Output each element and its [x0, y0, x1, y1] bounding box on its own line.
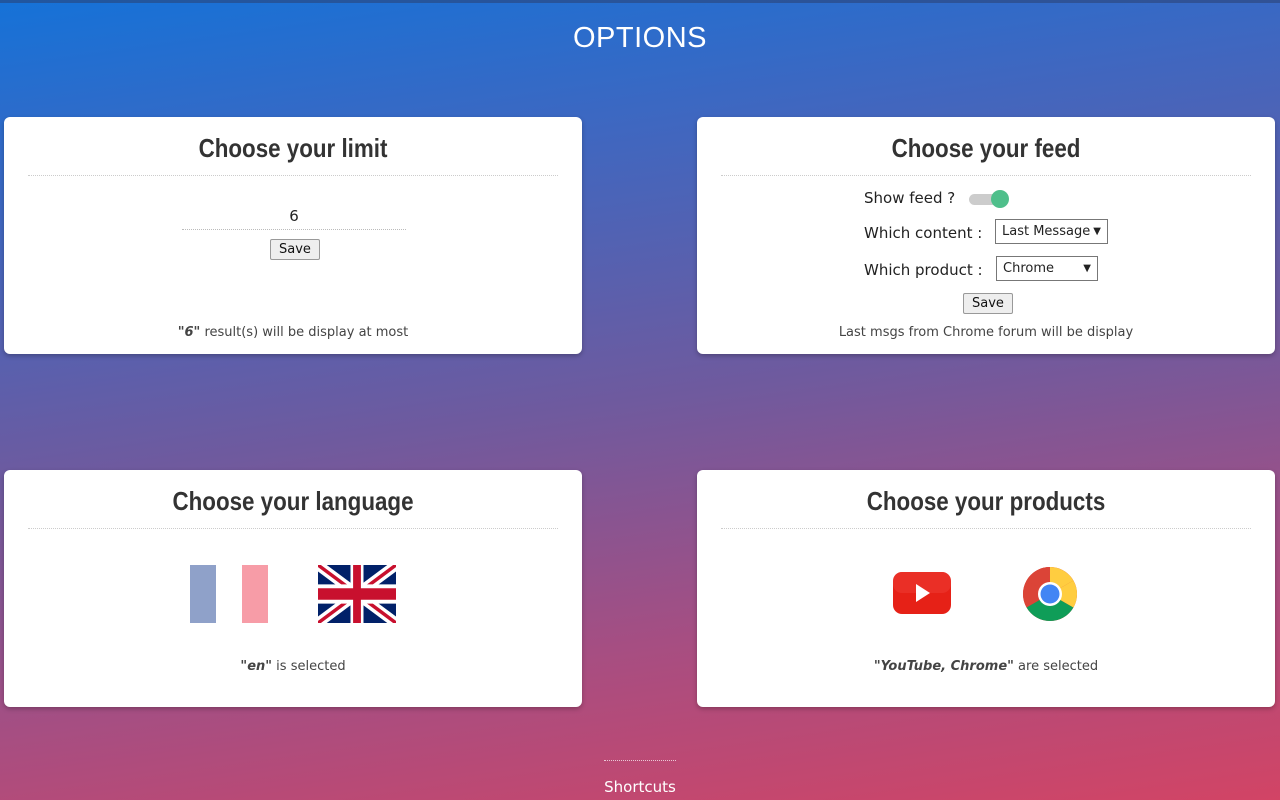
- shortcuts-link[interactable]: Shortcuts: [0, 778, 1280, 796]
- limit-card-title: Choose your limit: [198, 133, 388, 163]
- limit-card: Choose your limit Save "6" result(s) wil…: [4, 117, 582, 354]
- french-flag-icon[interactable]: [190, 565, 268, 623]
- flag-white-band: [216, 565, 242, 623]
- content-label: Which content :: [864, 224, 983, 242]
- language-card: Choose your language "en" is selected: [4, 470, 582, 707]
- divider: [28, 175, 558, 176]
- content-select[interactable]: Last Message ▼: [995, 219, 1108, 244]
- flag-blue-band: [190, 565, 216, 623]
- flag-red-band: [242, 565, 268, 623]
- feed-status: Last msgs from Chrome forum will be disp…: [838, 325, 1134, 340]
- limit-status-text: result(s) will be display at most: [200, 325, 409, 340]
- language-status-value: "en": [240, 659, 273, 674]
- product-select-value: Chrome: [1003, 261, 1054, 276]
- limit-status-value: "6": [177, 325, 201, 340]
- footer-divider: [604, 760, 676, 761]
- limit-status: "6" result(s) will be display at most: [4, 325, 582, 340]
- language-status-text: is selected: [272, 659, 346, 674]
- top-border: [0, 0, 1280, 3]
- dropdown-arrow-icon: ▼: [1083, 263, 1091, 274]
- products-status-text: are selected: [1013, 659, 1099, 674]
- limit-save-button[interactable]: Save: [270, 239, 320, 260]
- youtube-icon[interactable]: [893, 572, 951, 614]
- feed-save-button[interactable]: Save: [963, 293, 1013, 314]
- toggle-knob: [991, 190, 1009, 208]
- product-select[interactable]: Chrome ▼: [996, 256, 1098, 281]
- products-status-value: "YouTube, Chrome": [873, 659, 1014, 674]
- dropdown-arrow-icon: ▼: [1093, 226, 1101, 237]
- products-card: Choose your products "YouTube, Chrome" a…: [697, 470, 1275, 707]
- show-feed-toggle[interactable]: [967, 189, 1013, 209]
- content-select-value: Last Message: [1002, 224, 1091, 239]
- products-card-title: Choose your products: [866, 486, 1106, 516]
- uk-flag-icon[interactable]: [318, 565, 396, 623]
- show-feed-label: Show feed ?: [864, 189, 956, 207]
- chrome-icon[interactable]: [1022, 566, 1078, 622]
- feed-card-title: Choose your feed: [891, 133, 1081, 163]
- products-status: "YouTube, Chrome" are selected: [697, 659, 1275, 674]
- language-status: "en" is selected: [4, 659, 582, 674]
- product-label: Which product :: [864, 261, 983, 279]
- divider: [721, 528, 1251, 529]
- divider: [721, 175, 1251, 176]
- feed-card: Choose your feed Show feed ? Which conte…: [697, 117, 1275, 354]
- limit-input[interactable]: [182, 203, 406, 230]
- page-title: OPTIONS: [572, 22, 707, 54]
- language-card-title: Choose your language: [172, 486, 414, 516]
- divider: [28, 528, 558, 529]
